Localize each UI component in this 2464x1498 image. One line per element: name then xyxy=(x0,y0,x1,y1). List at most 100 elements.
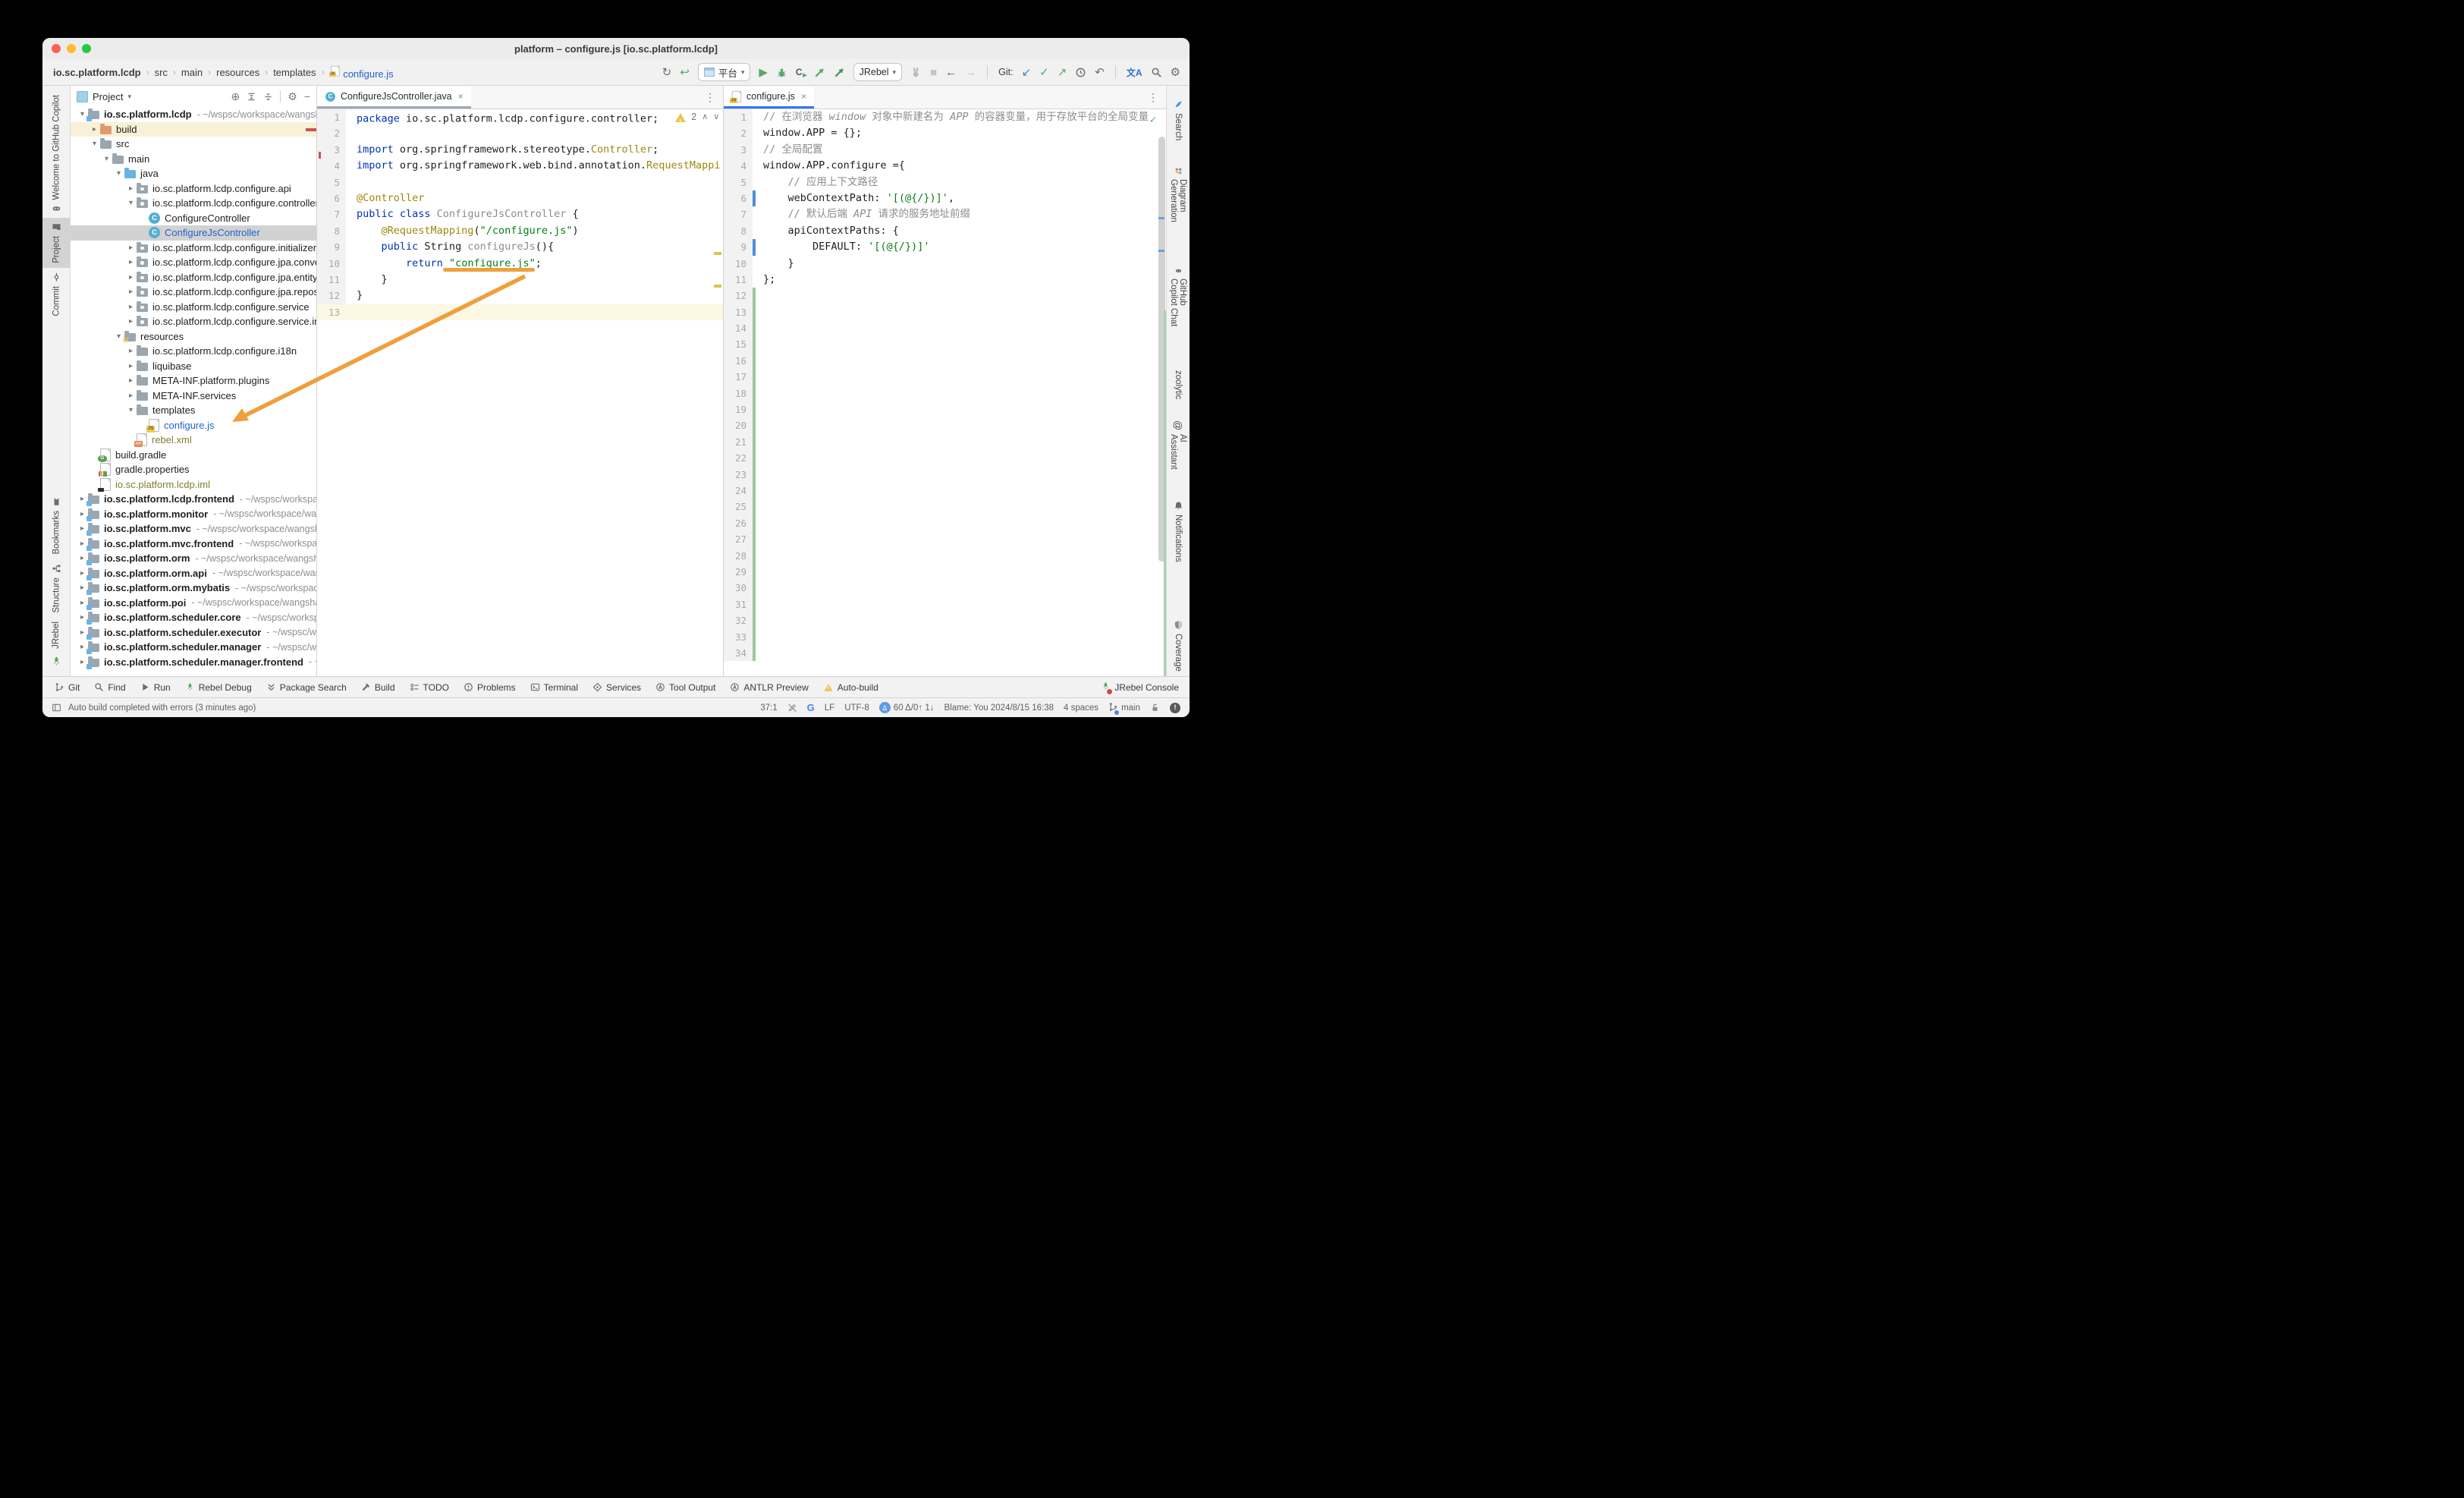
git-blame[interactable]: Blame: You 2024/8/15 16:38 xyxy=(944,703,1054,713)
tree-chevron-icon[interactable]: ▾ xyxy=(125,406,137,414)
tree-chevron-icon[interactable]: ▸ xyxy=(125,347,137,355)
tree-row[interactable]: ▾io.sc.platform.lcdp.configure.controlle… xyxy=(71,196,316,211)
line-separator[interactable]: LF xyxy=(825,703,834,713)
tree-row[interactable]: ▸io.sc.platform.scheduler.manager.fronte… xyxy=(71,655,316,670)
sidebar-item-bookmarks[interactable]: Bookmarks xyxy=(52,493,61,559)
tree-chevron-icon[interactable]: ▾ xyxy=(101,155,112,163)
back-green-icon[interactable]: ↩ xyxy=(680,67,690,78)
tree-row[interactable]: ▸io.sc.platform.lcdp.configure.jpa.repos… xyxy=(71,285,316,300)
git-branch[interactable]: main xyxy=(1108,702,1140,714)
jrebel-rocket-icon[interactable] xyxy=(51,655,62,669)
tree-row[interactable]: ▸io.sc.platform.poi- ~/wspsc/workspace/w… xyxy=(71,596,316,611)
back-icon[interactable]: ← xyxy=(945,67,957,78)
tree-row[interactable]: ▾resources xyxy=(71,329,316,345)
tree-chevron-icon[interactable]: ▸ xyxy=(125,244,137,252)
tool-button-services[interactable]: Services xyxy=(592,682,641,693)
next-problem-icon[interactable]: ∨ xyxy=(713,109,719,125)
close-icon[interactable]: × xyxy=(801,91,806,102)
tool-button-run[interactable]: Run xyxy=(140,682,171,693)
tab-configurejscontroller-java[interactable]: C ConfigureJsController.java × xyxy=(317,87,471,109)
tree-chevron-icon[interactable]: ▾ xyxy=(125,199,137,207)
tool-button-terminal[interactable]: Terminal xyxy=(530,682,578,693)
caret-position[interactable]: 37:1 xyxy=(760,703,777,713)
settings-gear-icon[interactable]: ⚙ xyxy=(1171,67,1180,78)
prev-problem-icon[interactable]: ∧ xyxy=(702,109,708,125)
tree-chevron-icon[interactable]: ▸ xyxy=(125,303,137,311)
tree-row[interactable]: gradle.properties xyxy=(71,462,316,477)
project-panel-title[interactable]: Project xyxy=(93,91,123,102)
sidebar-item-ai-assistant[interactable]: @AI Assistant xyxy=(1169,416,1187,474)
tree-row[interactable]: ▸liquibase xyxy=(71,359,316,374)
kebab-menu-icon[interactable]: ⋮ xyxy=(697,91,723,104)
tool-button-rebel-debug[interactable]: Rebel Debug xyxy=(185,682,252,693)
highlighting-off-icon[interactable] xyxy=(787,703,797,713)
tree-chevron-icon[interactable]: ▸ xyxy=(125,184,137,193)
breadcrumb-item[interactable]: main xyxy=(181,67,203,78)
gear-icon[interactable]: ⚙ xyxy=(288,91,297,102)
tree-row[interactable]: ▸io.sc.platform.mvc.frontend- ~/wspsc/wo… xyxy=(71,537,316,552)
tree-row[interactable]: ▸io.sc.platform.lcdp.frontend- ~/wspsc/w… xyxy=(71,492,316,507)
run-config-select[interactable]: 平台▾ xyxy=(698,63,751,81)
expand-all-icon[interactable] xyxy=(247,92,256,102)
google-icon[interactable]: G xyxy=(807,702,815,713)
tool-button-jrebel-console[interactable]: JRebel Console xyxy=(1101,681,1179,694)
breadcrumb-item[interactable]: src xyxy=(155,67,168,78)
tree-chevron-icon[interactable]: ▾ xyxy=(113,169,124,178)
forward-icon[interactable]: → xyxy=(965,67,976,78)
tree-row[interactable]: ▾main xyxy=(71,152,316,167)
kebab-menu-icon[interactable]: ⋮ xyxy=(1140,91,1166,104)
sidebar-item-welcome-to-github-copilot[interactable]: Welcome to GitHub Copilot xyxy=(52,90,61,218)
rollback-icon[interactable]: ↶ xyxy=(1095,67,1105,78)
tree-chevron-icon[interactable]: ▾ xyxy=(89,140,100,148)
git-update-icon[interactable]: ↙ xyxy=(1022,67,1032,78)
search-icon[interactable] xyxy=(1151,67,1162,78)
sidebar-item-commit[interactable]: Commit xyxy=(52,268,61,321)
breadcrumb-item[interactable]: templates xyxy=(273,67,316,78)
sidebar-item-project[interactable]: Project xyxy=(42,218,70,268)
encoding[interactable]: UTF-8 xyxy=(844,703,869,713)
tool-button-antlr-preview[interactable]: ANTLR Preview xyxy=(730,682,808,693)
git-commit-icon[interactable]: ✓ xyxy=(1039,67,1049,78)
tool-button-build[interactable]: Build xyxy=(361,682,395,693)
stop-icon[interactable]: ■ xyxy=(930,67,937,78)
sync-icon[interactable]: ↻ xyxy=(662,67,672,78)
hide-panel-icon[interactable]: − xyxy=(304,91,310,102)
translate-icon[interactable]: 文A xyxy=(1127,66,1142,79)
sidebar-item-zoolytic[interactable]: zoolytic xyxy=(1174,366,1183,404)
jrebel-run-icon[interactable] xyxy=(814,67,825,78)
editor-left[interactable]: 1package io.sc.platform.lcdp.configure.c… xyxy=(317,109,723,676)
editor-right[interactable]: ✓ 1// 在浏览器 window 对象中新建名为 APP 的容器变量，用于存放… xyxy=(724,109,1166,676)
tool-button-todo[interactable]: TODO xyxy=(410,682,449,693)
inspections-ok-icon[interactable]: ✓ xyxy=(1150,112,1156,128)
lock-icon[interactable] xyxy=(1150,703,1160,713)
tab-configure-js[interactable]: JS configure.js × xyxy=(724,87,814,109)
tree-row[interactable]: <>rebel.xml xyxy=(71,433,316,448)
tree-chevron-icon[interactable]: ▸ xyxy=(125,376,137,385)
close-icon[interactable]: × xyxy=(458,91,464,102)
tree-chevron-icon[interactable]: ▸ xyxy=(125,288,137,296)
tree-row[interactable]: ▸META-INF.services xyxy=(71,389,316,404)
tree-row[interactable]: ▸io.sc.platform.monitor- ~/wspsc/workspa… xyxy=(71,507,316,522)
debug-bug-icon[interactable] xyxy=(776,67,787,78)
layout-panels-icon[interactable] xyxy=(52,703,61,713)
tool-button-package-search[interactable]: Package Search xyxy=(266,682,347,693)
breadcrumb-item[interactable]: io.sc.platform.lcdp xyxy=(53,67,141,78)
tree-row[interactable]: Gbuild.gradle xyxy=(71,448,316,463)
breadcrumb-item[interactable]: JS configure.js xyxy=(330,65,394,80)
tree-row[interactable]: ▸io.sc.platform.orm.api- ~/wspsc/workspa… xyxy=(71,566,316,581)
tree-row[interactable]: JSconfigure.js xyxy=(71,418,316,433)
tool-button-auto-build[interactable]: Auto-build xyxy=(823,682,878,693)
tree-row[interactable]: io.sc.platform.lcdp.iml xyxy=(71,477,316,493)
tree-row[interactable]: ▾java xyxy=(71,166,316,181)
indent-config[interactable]: 4 spaces xyxy=(1064,703,1098,713)
tree-row[interactable]: ▸io.sc.platform.orm.mybatis- ~/wspsc/wor… xyxy=(71,581,316,596)
analysis-summary[interactable]: Δ60 Δ/0↑ 1↓ xyxy=(879,702,935,713)
tree-chevron-icon[interactable]: ▸ xyxy=(125,317,137,326)
tree-row[interactable]: ▸io.sc.platform.scheduler.core- ~/wspsc/… xyxy=(71,610,316,625)
sidebar-item-search[interactable]: Search xyxy=(1174,95,1183,145)
run-icon[interactable]: ▶ xyxy=(759,67,768,78)
tree-row[interactable]: CConfigureController xyxy=(71,211,316,226)
tree-row[interactable]: ▸io.sc.platform.scheduler.manager- ~/wsp… xyxy=(71,640,316,655)
tree-row[interactable]: ▸build xyxy=(71,122,316,137)
breadcrumb-item[interactable]: resources xyxy=(216,67,259,78)
